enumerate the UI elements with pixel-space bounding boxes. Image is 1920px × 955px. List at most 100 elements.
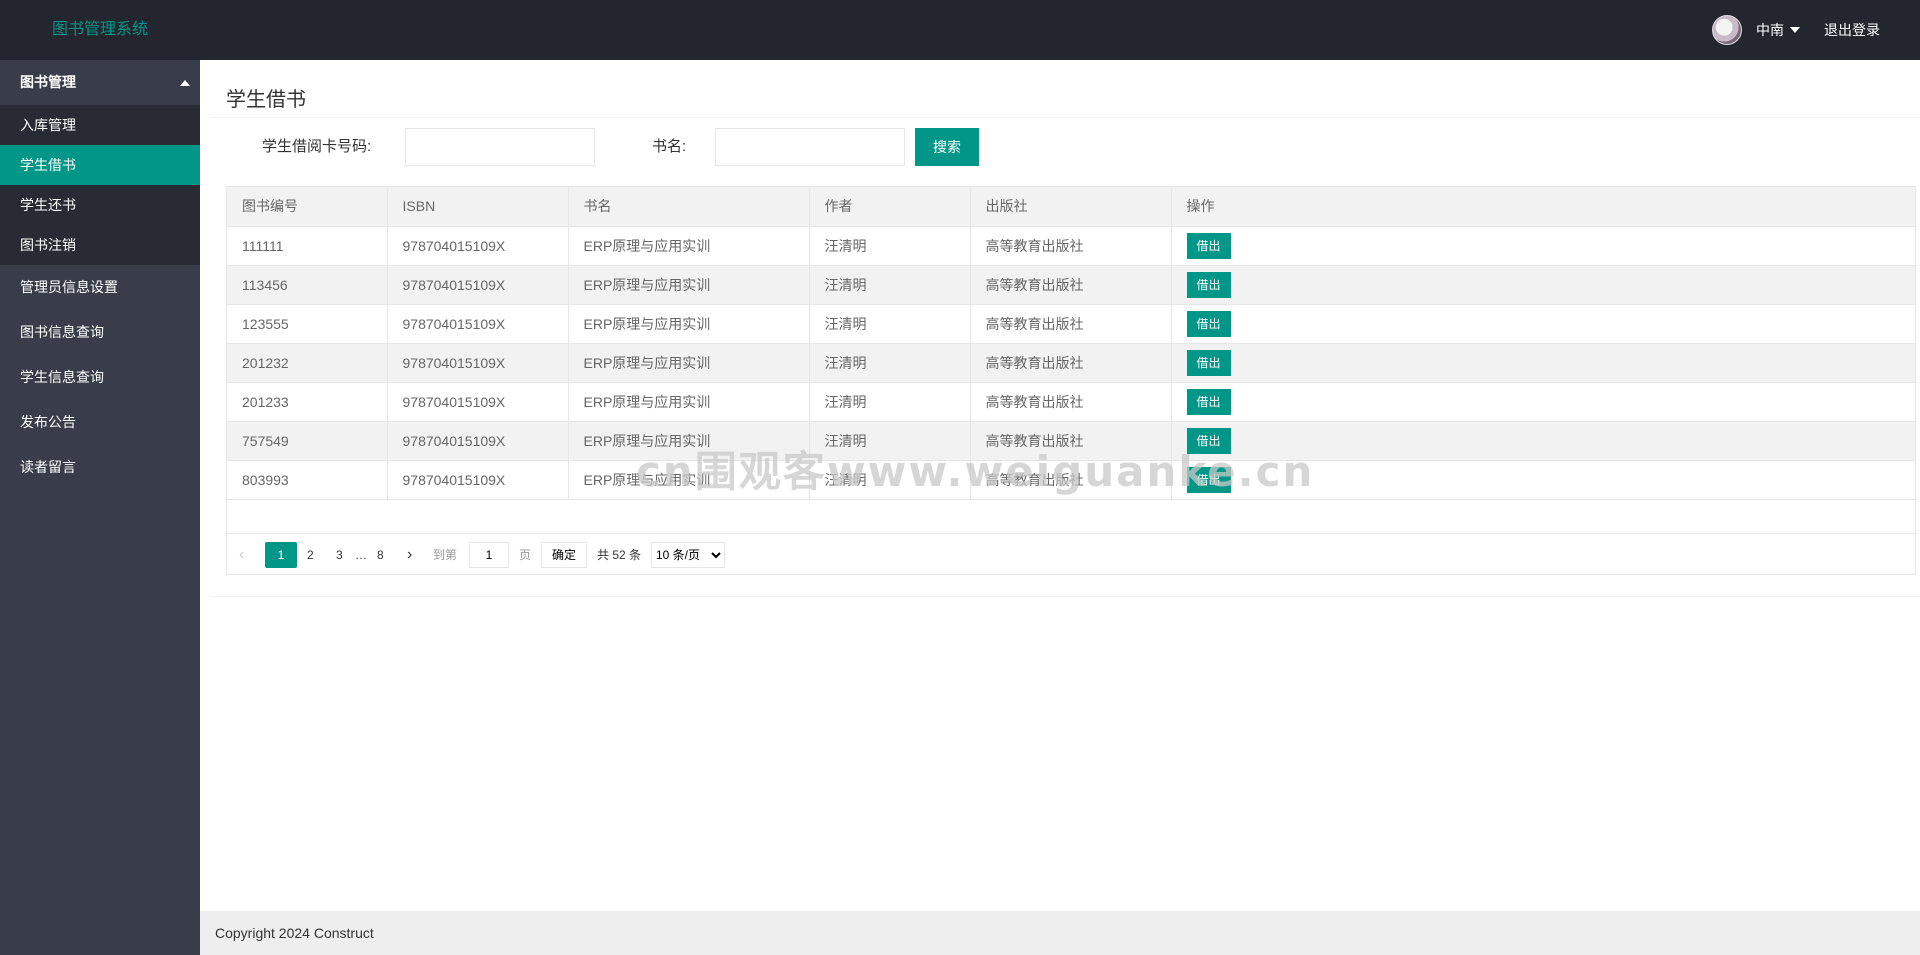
- page-1[interactable]: 1: [265, 541, 297, 568]
- cell-isbn: 978704015109X: [387, 304, 569, 344]
- book-name-label: 书名:: [652, 138, 687, 155]
- cell-action: 借出: [1171, 343, 1915, 383]
- cell-publisher: 高等教育出版社: [970, 421, 1172, 461]
- table-empty-space: [227, 500, 1915, 534]
- lend-button[interactable]: 借出: [1186, 349, 1231, 376]
- cell-isbn: 978704015109X: [387, 265, 569, 305]
- sidebar-item-student-return[interactable]: 学生还书: [0, 185, 200, 225]
- column-header: 作者: [809, 187, 971, 227]
- cell-author: 汪清明: [809, 265, 971, 305]
- logout-link[interactable]: 退出登录: [1824, 20, 1880, 40]
- cell-book-id: 123555: [227, 304, 388, 344]
- cell-author: 汪清明: [809, 343, 971, 383]
- sidebar: 图书管理 入库管理 学生借书 学生还书 图书注销 管理员信息设置 图书信息查询 …: [0, 60, 200, 955]
- cell-book-id: 201233: [227, 382, 388, 422]
- cell-isbn: 978704015109X: [387, 382, 569, 422]
- cell-title: ERP原理与应用实训: [568, 226, 810, 266]
- sidebar-group-book-management[interactable]: 图书管理: [0, 60, 200, 105]
- cell-author: 汪清明: [809, 304, 971, 344]
- pagination: ‹ 1 2 3 … 8 › 到第 页 确定 共 52 条 10 条/页: [227, 534, 1915, 574]
- cell-title: ERP原理与应用实训: [568, 304, 810, 344]
- cell-publisher: 高等教育出版社: [970, 382, 1172, 422]
- cell-title: ERP原理与应用实训: [568, 265, 810, 305]
- cell-action: 借出: [1171, 265, 1915, 305]
- goto-confirm-button[interactable]: 确定: [541, 541, 587, 568]
- cell-action: 借出: [1171, 382, 1915, 422]
- column-header: ISBN: [387, 187, 569, 227]
- chevron-down-icon[interactable]: [1790, 27, 1800, 33]
- prev-page-icon[interactable]: ‹: [239, 542, 244, 568]
- cell-author: 汪清明: [809, 421, 971, 461]
- search-form: 学生借阅卡号码: 书名: 搜索: [200, 128, 1920, 166]
- lend-button[interactable]: 借出: [1186, 466, 1231, 493]
- book-table: 图书编号 ISBN 书名 作者 出版社 操作 111111 9787040151…: [226, 186, 1916, 575]
- page-2[interactable]: 2: [307, 542, 314, 568]
- sidebar-item-student-borrow[interactable]: 学生借书: [0, 145, 200, 185]
- column-header: 图书编号: [227, 187, 388, 227]
- cell-author: 汪清明: [809, 382, 971, 422]
- footer: Copyright 2024 Construct: [200, 911, 1920, 955]
- table-row: 113456 978704015109X ERP原理与应用实训 汪清明 高等教育…: [227, 265, 1915, 305]
- copyright-text: Copyright 2024 Construct: [215, 925, 374, 941]
- search-button[interactable]: 搜索: [915, 128, 979, 166]
- cell-book-id: 111111: [227, 226, 388, 266]
- cell-action: 借出: [1171, 460, 1915, 500]
- sidebar-item-announcement[interactable]: 发布公告: [0, 400, 200, 445]
- cell-book-id: 201232: [227, 343, 388, 383]
- next-page-icon[interactable]: ›: [407, 542, 412, 568]
- goto-page-input[interactable]: [469, 541, 509, 568]
- page-title: 学生借书: [226, 89, 306, 111]
- page-8[interactable]: 8: [377, 542, 384, 568]
- cell-action: 借出: [1171, 226, 1915, 266]
- lend-button[interactable]: 借出: [1186, 427, 1231, 454]
- sidebar-submenu: 入库管理 学生借书 学生还书 图书注销: [0, 105, 200, 265]
- book-name-input[interactable]: [715, 128, 905, 166]
- goto-label: 到第: [433, 547, 458, 562]
- table-row: 803993 978704015109X ERP原理与应用实训 汪清明 高等教育…: [227, 460, 1915, 500]
- total-count: 共 52 条: [597, 547, 642, 562]
- page-size-select[interactable]: 10 条/页: [651, 541, 725, 568]
- cell-author: 汪清明: [809, 460, 971, 500]
- top-header: 图书管理系统 中南 退出登录: [0, 0, 1920, 60]
- cell-isbn: 978704015109X: [387, 460, 569, 500]
- sidebar-item-admin-settings[interactable]: 管理员信息设置: [0, 265, 200, 310]
- cell-author: 汪清明: [809, 226, 971, 266]
- chevron-up-icon: [180, 80, 190, 86]
- table-row: 201233 978704015109X ERP原理与应用实训 汪清明 高等教育…: [227, 382, 1915, 422]
- cell-title: ERP原理与应用实训: [568, 382, 810, 422]
- cell-title: ERP原理与应用实训: [568, 343, 810, 383]
- column-header: 出版社: [970, 187, 1172, 227]
- cell-book-id: 757549: [227, 421, 388, 461]
- page-3[interactable]: 3: [336, 542, 343, 568]
- user-name[interactable]: 中南: [1756, 20, 1784, 40]
- sidebar-item-reader-message[interactable]: 读者留言: [0, 445, 200, 490]
- column-header: 操作: [1171, 187, 1915, 227]
- cell-publisher: 高等教育出版社: [970, 343, 1172, 383]
- user-area: 中南 退出登录: [1712, 0, 1920, 60]
- card-number-input[interactable]: [405, 128, 595, 166]
- table-row: 111111 978704015109X ERP原理与应用实训 汪清明 高等教育…: [227, 226, 1915, 266]
- sidebar-item-book-query[interactable]: 图书信息查询: [0, 310, 200, 355]
- cell-publisher: 高等教育出版社: [970, 460, 1172, 500]
- column-header: 书名: [568, 187, 810, 227]
- lend-button[interactable]: 借出: [1186, 388, 1231, 415]
- sidebar-item-student-query[interactable]: 学生信息查询: [0, 355, 200, 400]
- lend-button[interactable]: 借出: [1186, 271, 1231, 298]
- sidebar-item-book-cancel[interactable]: 图书注销: [0, 225, 200, 265]
- app-logo[interactable]: 图书管理系统: [52, 0, 148, 60]
- cell-action: 借出: [1171, 304, 1915, 344]
- lend-button[interactable]: 借出: [1186, 310, 1231, 337]
- cell-action: 借出: [1171, 421, 1915, 461]
- sidebar-item-stock-in[interactable]: 入库管理: [0, 105, 200, 145]
- cell-publisher: 高等教育出版社: [970, 226, 1172, 266]
- lend-button[interactable]: 借出: [1186, 232, 1231, 259]
- sidebar-group-label: 图书管理: [20, 74, 76, 90]
- cell-title: ERP原理与应用实训: [568, 421, 810, 461]
- table-row: 757549 978704015109X ERP原理与应用实训 汪清明 高等教育…: [227, 421, 1915, 461]
- cell-isbn: 978704015109X: [387, 421, 569, 461]
- divider: [210, 596, 1920, 597]
- page-ellipsis: …: [355, 547, 367, 562]
- avatar[interactable]: [1712, 15, 1742, 45]
- cell-isbn: 978704015109X: [387, 343, 569, 383]
- divider: [210, 117, 1920, 118]
